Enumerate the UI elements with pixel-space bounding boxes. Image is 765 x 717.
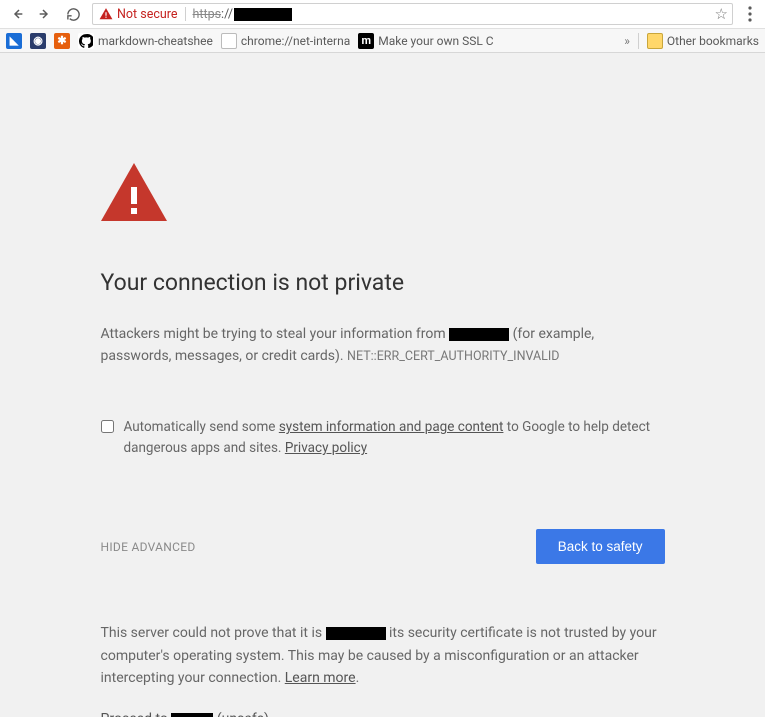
proceed-link-row: Proceed to (unsafe) bbox=[101, 711, 665, 717]
bookmark-item[interactable]: chrome://net-interna bbox=[221, 33, 350, 49]
bookmarks-overflow-button[interactable]: » bbox=[624, 34, 630, 48]
favicon-icon: ◉ bbox=[30, 33, 46, 49]
advanced-explanation: This server could not prove that it is i… bbox=[101, 622, 665, 689]
separator bbox=[185, 7, 186, 21]
back-to-safety-button[interactable]: Back to safety bbox=[536, 529, 665, 564]
page-icon bbox=[221, 33, 237, 49]
proceed-link[interactable]: Proceed to (unsafe) bbox=[101, 711, 269, 717]
adv-text-a: This server could not prove that it is bbox=[101, 625, 326, 641]
bookmark-star-icon[interactable]: ☆ bbox=[715, 5, 728, 23]
bookmark-item[interactable]: m Make your own SSL C bbox=[358, 33, 493, 49]
browser-toolbar: Not secure https :// ☆ bbox=[0, 0, 765, 29]
other-bookmarks-button[interactable]: Other bookmarks bbox=[647, 33, 759, 49]
error-code: NET::ERR_CERT_AUTHORITY_INVALID bbox=[347, 349, 559, 364]
bookmark-label: markdown-cheatshee bbox=[98, 34, 213, 48]
reload-button[interactable] bbox=[60, 2, 86, 26]
optin-text-a: Automatically send some bbox=[124, 419, 279, 435]
hostname-redacted bbox=[449, 328, 509, 341]
privacy-policy-link[interactable]: Privacy policy bbox=[285, 440, 367, 456]
folder-icon bbox=[647, 33, 663, 49]
kebab-menu-icon bbox=[748, 6, 752, 22]
diagnostics-optin[interactable]: Automatically send some system informati… bbox=[101, 417, 665, 459]
system-info-link[interactable]: system information and page content bbox=[279, 419, 504, 435]
favicon-icon: m bbox=[358, 33, 374, 49]
learn-more-link[interactable]: Learn more bbox=[285, 670, 356, 686]
proceed-text-b: (unsafe) bbox=[213, 711, 269, 717]
security-text: Not secure bbox=[117, 7, 178, 22]
github-icon bbox=[78, 33, 94, 49]
bookmark-item[interactable]: ✱ bbox=[54, 33, 70, 49]
bookmark-label: Make your own SSL C bbox=[378, 34, 493, 48]
other-bookmarks-label: Other bookmarks bbox=[667, 34, 759, 48]
arrow-left-icon bbox=[9, 6, 25, 22]
security-indicator[interactable]: Not secure bbox=[99, 7, 178, 22]
favicon-icon: ✱ bbox=[54, 33, 70, 49]
back-button[interactable] bbox=[4, 2, 30, 26]
hostname-redacted bbox=[171, 713, 213, 717]
separator bbox=[638, 33, 639, 49]
bookmark-item[interactable]: ◣ bbox=[6, 33, 22, 49]
bookmarks-bar: ◣ ◉ ✱ markdown-cheatshee chrome://net-in… bbox=[0, 29, 765, 53]
url-host-redacted bbox=[234, 8, 292, 21]
reload-icon bbox=[66, 7, 81, 22]
favicon-icon: ◣ bbox=[6, 33, 22, 49]
browser-menu-button[interactable] bbox=[739, 6, 761, 22]
bookmark-item[interactable]: markdown-cheatshee bbox=[78, 33, 213, 49]
address-bar[interactable]: Not secure https :// ☆ bbox=[92, 3, 733, 25]
url-colon: :// bbox=[221, 7, 233, 22]
forward-button[interactable] bbox=[32, 2, 58, 26]
url-scheme: https bbox=[193, 7, 222, 22]
optin-text: Automatically send some system informati… bbox=[124, 417, 665, 459]
proceed-text-a: Proceed to bbox=[101, 711, 172, 717]
page-title: Your connection is not private bbox=[101, 269, 665, 296]
arrow-right-icon bbox=[37, 6, 53, 22]
hostname-redacted bbox=[326, 627, 386, 640]
warning-triangle-icon bbox=[101, 163, 665, 225]
bookmark-label: chrome://net-interna bbox=[241, 34, 350, 48]
ssl-error-page: Your connection is not private Attackers… bbox=[0, 53, 765, 717]
warning-paragraph: Attackers might be trying to steal your … bbox=[101, 324, 665, 367]
bookmark-item[interactable]: ◉ bbox=[30, 33, 46, 49]
hide-advanced-button[interactable]: HIDE ADVANCED bbox=[101, 540, 196, 554]
warning-text-a: Attackers might be trying to steal your … bbox=[101, 326, 450, 342]
warning-triangle-icon bbox=[99, 7, 113, 21]
diagnostics-checkbox[interactable] bbox=[101, 419, 114, 434]
action-row: HIDE ADVANCED Back to safety bbox=[101, 529, 665, 564]
